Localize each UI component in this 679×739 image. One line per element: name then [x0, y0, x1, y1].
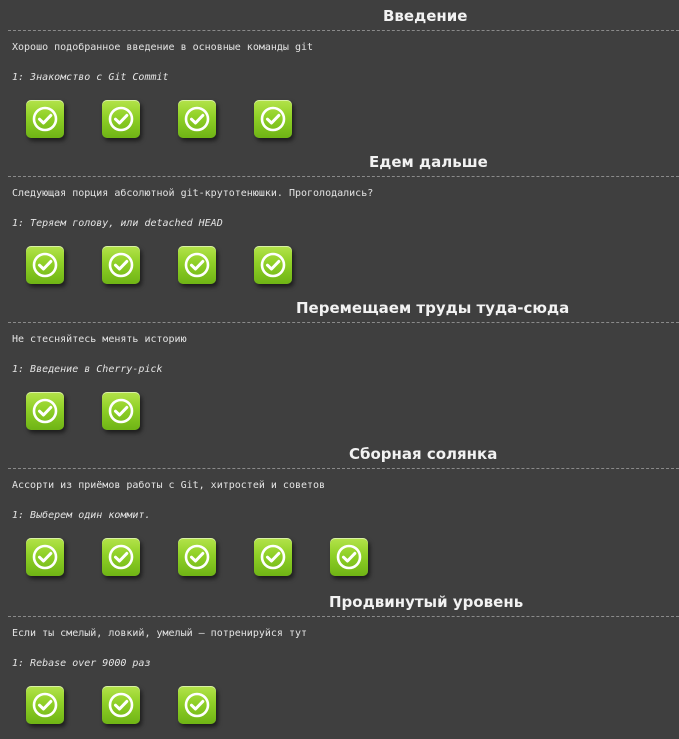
check-icon	[108, 544, 134, 570]
level-button[interactable]	[26, 100, 64, 138]
section-title: Перемещаем труды туда-сюда	[296, 299, 570, 317]
level-button[interactable]	[26, 392, 64, 430]
current-level-name: 1: Rebase over 9000 раз	[12, 658, 151, 669]
current-level-name: 1: Выберем один коммит.	[12, 510, 151, 521]
level-button[interactable]	[254, 246, 292, 284]
section-description: Не стесняйтесь менять историю	[12, 334, 187, 345]
check-icon	[260, 106, 286, 132]
level-button[interactable]	[178, 100, 216, 138]
section-title: Сборная солянка	[349, 445, 498, 463]
level-button[interactable]	[330, 538, 368, 576]
level-button[interactable]	[102, 686, 140, 724]
section-divider	[8, 176, 679, 177]
level-button[interactable]	[254, 538, 292, 576]
section-description: Ассорти из приёмов работы с Git, хитрост…	[12, 480, 326, 491]
check-icon	[108, 252, 134, 278]
level-button[interactable]	[26, 246, 64, 284]
check-icon	[32, 692, 58, 718]
check-icon	[184, 252, 210, 278]
level-button[interactable]	[26, 686, 64, 724]
check-icon	[32, 106, 58, 132]
level-button[interactable]	[178, 246, 216, 284]
check-icon	[184, 106, 210, 132]
check-icon	[108, 692, 134, 718]
section-divider	[8, 30, 679, 31]
check-icon	[184, 544, 210, 570]
section-divider	[8, 322, 679, 323]
section-description: Хорошо подобранное введение в основные к…	[12, 42, 314, 53]
check-icon	[260, 252, 286, 278]
section-description: Если ты смелый, ловкий, умелый – потрени…	[12, 628, 308, 639]
level-button[interactable]	[102, 392, 140, 430]
check-icon	[32, 398, 58, 424]
section-divider	[8, 616, 679, 617]
check-icon	[184, 692, 210, 718]
section-divider	[8, 468, 679, 469]
level-button[interactable]	[102, 246, 140, 284]
level-button[interactable]	[102, 100, 140, 138]
check-icon	[260, 544, 286, 570]
section-description: Следующая порция абсолютной git-крутотен…	[12, 188, 374, 199]
section-title: Продвинутый уровень	[329, 593, 524, 611]
level-button[interactable]	[254, 100, 292, 138]
check-icon	[108, 398, 134, 424]
level-button[interactable]	[178, 538, 216, 576]
check-icon	[108, 106, 134, 132]
check-icon	[32, 252, 58, 278]
level-button[interactable]	[178, 686, 216, 724]
current-level-name: 1: Теряем голову, или detached HEAD	[12, 218, 223, 229]
level-button[interactable]	[102, 538, 140, 576]
level-button[interactable]	[26, 538, 64, 576]
section-title: Едем дальше	[369, 153, 488, 171]
current-level-name: 1: Введение в Cherry-pick	[12, 364, 163, 375]
section-title: Введение	[383, 7, 468, 25]
check-icon	[32, 544, 58, 570]
current-level-name: 1: Знакомство с Git Commit	[12, 72, 169, 83]
check-icon	[336, 544, 362, 570]
